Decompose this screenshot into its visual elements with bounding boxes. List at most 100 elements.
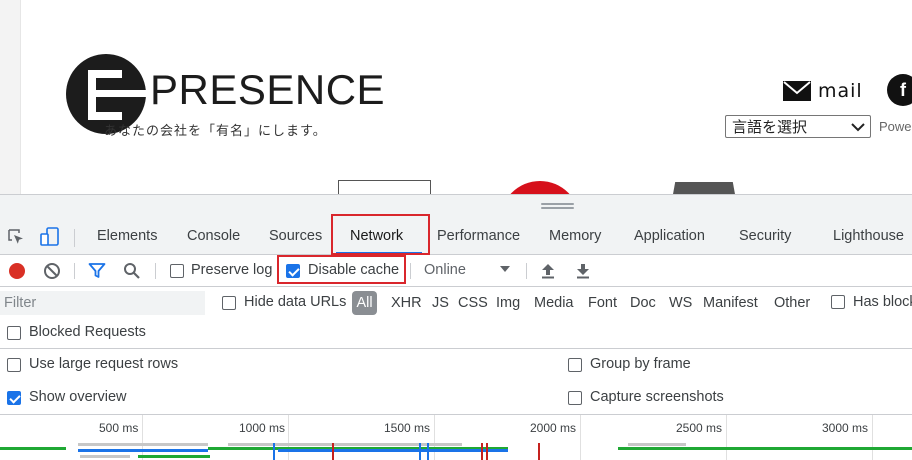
tab-application[interactable]: Application [634, 219, 705, 255]
facebook-letter: f [900, 79, 906, 100]
page-gutter [0, 0, 20, 196]
language-select[interactable]: 言語を選択 [725, 115, 871, 138]
load-event-marker [481, 443, 483, 460]
type-filter-css[interactable]: CSS [458, 295, 488, 311]
capture-screenshots-label[interactable]: Capture screenshots [590, 389, 724, 405]
network-settings-pane: Use large request rows Show overview Gro… [0, 349, 912, 415]
timeline-bar [618, 447, 912, 450]
timeline-tick-label: 500 ms [99, 421, 139, 435]
timeline-bar [138, 455, 210, 458]
tabbar-separator [74, 229, 75, 247]
blocked-requests-label[interactable]: Blocked Requests [29, 324, 146, 340]
devtools-resizer[interactable] [0, 195, 912, 219]
timeline-tick-label: 2500 ms [676, 421, 723, 435]
devtools-tabbar: Elements Console Sources Network Perform… [0, 219, 912, 255]
timeline-gridline [872, 415, 873, 460]
tab-console[interactable]: Console [187, 219, 240, 255]
tab-elements[interactable]: Elements [97, 219, 157, 255]
show-overview-label[interactable]: Show overview [29, 389, 127, 405]
page-viewport: PRESENCE あなたの会社を「有名」にします。 mail f 言語を選択 P… [0, 0, 912, 196]
timeline-bar [278, 449, 508, 452]
filter-icon[interactable] [87, 261, 107, 281]
show-overview-checkbox[interactable] [7, 391, 21, 405]
type-filter-js[interactable]: JS [432, 295, 449, 311]
chevron-down-icon[interactable] [500, 266, 510, 272]
large-rows-checkbox[interactable] [7, 358, 21, 372]
hide-data-urls-label[interactable]: Hide data URLs [244, 294, 346, 310]
tab-network[interactable]: Network [350, 219, 403, 255]
inspect-element-icon[interactable] [6, 227, 26, 247]
group-by-frame-checkbox[interactable] [568, 358, 582, 372]
mail-icon [783, 81, 811, 101]
timeline-tick-label: 3000 ms [822, 421, 869, 435]
toolbar-separator [155, 263, 156, 279]
timeline-bar [78, 449, 208, 452]
toolbar-separator [526, 263, 527, 279]
timeline-bar [78, 443, 208, 446]
filter-placeholder: Filter [4, 295, 37, 311]
type-filter-doc[interactable]: Doc [630, 295, 656, 311]
export-har-icon[interactable] [573, 261, 593, 281]
timeline-tick-label: 1500 ms [384, 421, 431, 435]
timeline-gridline [434, 415, 435, 460]
search-icon[interactable] [122, 261, 142, 281]
tab-lighthouse[interactable]: Lighthouse [833, 219, 904, 255]
capture-screenshots-checkbox[interactable] [568, 391, 582, 405]
tab-security[interactable]: Security [739, 219, 791, 255]
powered-by-label: Powe [879, 119, 912, 134]
clear-icon[interactable] [42, 261, 62, 281]
type-filter-manifest[interactable]: Manifest [703, 295, 758, 311]
timeline-gridline [580, 415, 581, 460]
timeline-gridline [288, 415, 289, 460]
filter-bar: Filter Hide data URLs All XHR JS CSS Img… [0, 287, 912, 319]
import-har-icon[interactable] [538, 261, 558, 281]
timeline-gridline [726, 415, 727, 460]
type-filter-other[interactable]: Other [774, 295, 810, 311]
filter-input[interactable]: Filter [0, 291, 205, 315]
active-tab-indicator [336, 252, 422, 254]
device-toolbar-icon[interactable] [40, 227, 60, 247]
type-filter-ws[interactable]: WS [669, 295, 692, 311]
disable-cache-label[interactable]: Disable cache [308, 262, 399, 278]
has-blocked-cookies-checkbox[interactable] [831, 295, 845, 309]
type-filter-xhr[interactable]: XHR [391, 295, 422, 311]
tab-sources[interactable]: Sources [269, 219, 322, 255]
preserve-log-checkbox[interactable] [170, 264, 184, 278]
blocked-requests-bar: Blocked Requests [0, 319, 912, 349]
dom-content-loaded-marker [273, 443, 275, 460]
logo-text: PRESENCE [150, 66, 386, 113]
timeline-bar [628, 443, 686, 446]
toolbar-separator [74, 263, 75, 279]
dom-content-loaded-marker [427, 443, 429, 460]
group-by-frame-label[interactable]: Group by frame [590, 356, 691, 372]
load-event-marker [332, 443, 334, 460]
devtools-panel: Elements Console Sources Network Perform… [0, 194, 912, 460]
hide-data-urls-checkbox[interactable] [222, 296, 236, 310]
network-toolbar: Preserve log Disable cache Online [0, 255, 912, 287]
type-filter-img[interactable]: Img [496, 295, 520, 311]
blocked-requests-checkbox[interactable] [7, 326, 21, 340]
large-rows-label[interactable]: Use large request rows [29, 356, 178, 372]
type-filter-media[interactable]: Media [534, 295, 574, 311]
tab-performance[interactable]: Performance [437, 219, 520, 255]
load-event-marker [538, 443, 540, 460]
toolbar-separator [410, 263, 411, 279]
page-gutter-divider [20, 0, 21, 196]
timeline-tick-label: 2000 ms [530, 421, 577, 435]
drag-handle-icon[interactable] [541, 203, 574, 211]
preserve-log-label[interactable]: Preserve log [191, 262, 272, 278]
language-select-value: 言語を選択 [732, 118, 808, 136]
type-filter-all[interactable]: All [352, 291, 377, 315]
has-blocked-cookies-label[interactable]: Has block [853, 294, 912, 310]
tab-memory[interactable]: Memory [549, 219, 601, 255]
chevron-down-icon [851, 122, 865, 131]
throttling-select[interactable]: Online [424, 262, 466, 278]
disable-cache-checkbox[interactable] [286, 264, 300, 278]
facebook-icon[interactable]: f [887, 74, 912, 106]
mail-label: mail [818, 80, 863, 102]
mail-link[interactable]: mail [782, 80, 863, 102]
type-filter-font[interactable]: Font [588, 295, 617, 311]
network-overview-timeline[interactable]: 500 ms 1000 ms 1500 ms 2000 ms 2500 ms 3… [0, 415, 912, 460]
record-button[interactable] [9, 263, 25, 279]
timeline-bar [0, 447, 66, 450]
